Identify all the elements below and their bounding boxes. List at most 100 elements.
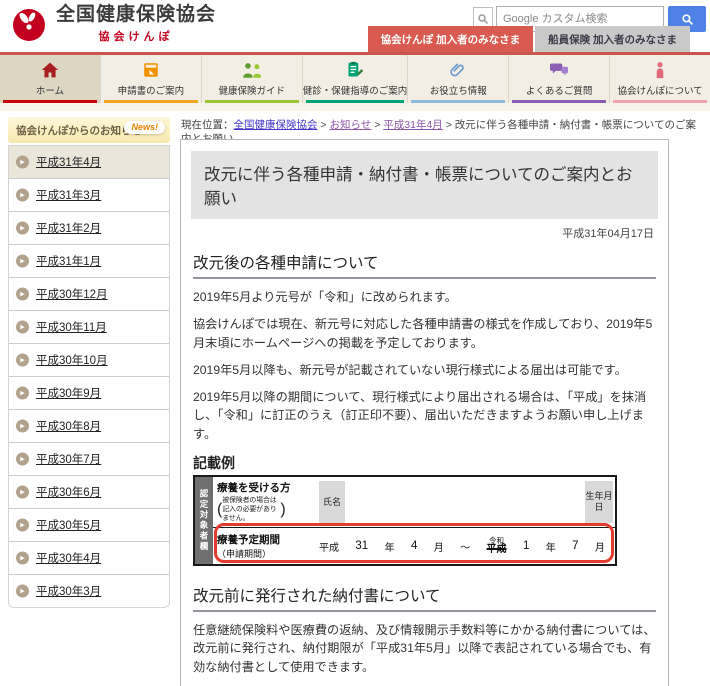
speech-bubbles-icon	[549, 59, 569, 81]
logo-title: 全国健康保険協会	[56, 4, 217, 25]
nav-label: ホーム	[35, 86, 65, 97]
tab-kenpo-members[interactable]: 協会けんぽ 加入者のみなさま	[367, 26, 534, 52]
sidebar-item-h31-04[interactable]: ▸ 平成31年4月	[9, 146, 169, 178]
form-recipient-title: 療養を受ける方	[217, 482, 291, 495]
form-period-title: 療養予定期間	[217, 534, 280, 547]
month-unit: 月	[433, 542, 444, 554]
home-icon	[40, 59, 60, 81]
note-text: 被保険者の場合は記入の必要がありません。	[222, 497, 277, 523]
arrow-circle-icon: ▸	[16, 287, 29, 301]
breadcrumb-link-home[interactable]: 全国健康保険協会	[234, 119, 318, 131]
breadcrumb-link-news[interactable]: お知らせ	[329, 119, 371, 131]
sidebar-title: 協会けんぽからのお知らせ	[16, 124, 142, 137]
arrow-circle-icon: ▸	[16, 386, 29, 400]
kyoukaikenpo-website: 全国健康保険協会 協会けんぽ 協会けんぽ 加入者のみなさま 船員保険 加入者のみ…	[0, 0, 710, 686]
era-correction: 令和 平成	[487, 537, 507, 555]
form-name-blank	[347, 477, 583, 527]
arrow-circle-icon: ▸	[16, 551, 29, 565]
sidebar-item-h31-03[interactable]: ▸ 平成31年3月	[9, 178, 169, 211]
form-example-image: 認定対象者欄 療養を受ける方 ( 被保険者の場合は記入の必要がありません。 ) …	[193, 475, 617, 567]
site-header: 全国健康保険協会 協会けんぽ 協会けんぽ 加入者のみなさま 船員保険 加入者のみ…	[0, 0, 710, 55]
nav-item-insurance-guide[interactable]: 健康保険ガイド	[200, 55, 302, 103]
nav-item-useful-info[interactable]: お役立ち情報	[407, 55, 508, 103]
form-period-cell: 療養予定期間 （申請期間）	[213, 532, 317, 560]
logo-subtitle: 協会けんぽ	[98, 30, 174, 43]
nav-label: 申請書のご案内	[117, 86, 185, 97]
breadcrumb-prefix: 現在位置：	[181, 119, 234, 131]
era-old-struck: 平成	[486, 543, 507, 555]
audience-tabs: 協会けんぽ 加入者のみなさま 船員保険 加入者のみなさま	[367, 26, 690, 52]
breadcrumb-link-month[interactable]: 平成31年4月	[383, 119, 443, 131]
breadcrumb-separator: >	[374, 119, 381, 131]
form-recipient-note: ( 被保険者の場合は記入の必要がありません。 )	[217, 496, 315, 524]
tilde: ～	[460, 542, 471, 554]
paragraph: 任意継続保険料や医療費の返納、及び情報開示手数料等にかかる納付書については、改元…	[193, 623, 656, 674]
tab-seamen-members[interactable]: 船員保険 加入者のみなさま	[535, 26, 690, 52]
arrow-circle-icon: ▸	[16, 485, 29, 499]
sidebar-item-h30-03[interactable]: ▸ 平成30年3月	[9, 574, 169, 607]
main-nav: ホーム 申請書のご案内 健康保険ガイド 健診・保健指導のご案内 お役立ち情報 よ…	[0, 55, 710, 103]
clipboard-pencil-icon	[345, 59, 365, 81]
sidebar-item-h30-05[interactable]: ▸ 平成30年5月	[9, 508, 169, 541]
month-end: 7	[572, 540, 579, 553]
sidebar-item-h30-11[interactable]: ▸ 平成30年11月	[9, 310, 169, 343]
month-unit: 月	[594, 542, 605, 554]
news-badge: News!	[124, 121, 165, 134]
nav-label: よくあるご質問	[525, 86, 593, 97]
nav-item-health-checkup[interactable]: 健診・保健指導のご案内	[301, 55, 407, 103]
arrow-circle-icon: ▸	[16, 155, 29, 169]
form-body: 療養を受ける方 ( 被保険者の場合は記入の必要がありません。 ) 氏名 生年月日…	[213, 477, 615, 564]
arrow-circle-icon: ▸	[16, 518, 29, 532]
page-title: 改元に伴う各種申請・納付書・帳票についてのご案内とお願い	[191, 151, 658, 219]
sidebar-item-h31-02[interactable]: ▸ 平成31年2月	[9, 211, 169, 244]
sidebar-item-h30-04[interactable]: ▸ 平成30年4月	[9, 541, 169, 574]
arrow-circle-icon: ▸	[16, 221, 29, 235]
nav-item-about[interactable]: 協会けんぽについて	[609, 55, 710, 103]
nav-item-faq[interactable]: よくあるご質問	[508, 55, 609, 103]
arrow-circle-icon: ▸	[16, 452, 29, 466]
breadcrumb-separator: >	[445, 119, 452, 131]
form-period-values: 平成 31 年 4 月 ～ 令和 平成 1 年 7 月	[317, 537, 615, 555]
form-period-subtitle: （申請期間）	[217, 549, 272, 560]
nav-item-application-forms[interactable]: 申請書のご案内	[99, 55, 201, 103]
paragraph: 2019年5月より元号が「令和」に改められます。	[193, 290, 457, 304]
paren: )	[280, 500, 286, 518]
article-date: 平成31年04月17日	[562, 228, 654, 240]
form-birthdate-label: 生年月日	[585, 481, 613, 524]
site-logo[interactable]: 全国健康保険協会 協会けんぽ	[10, 4, 217, 44]
form-recipient-row: 療養を受ける方 ( 被保険者の場合は記入の必要がありません。 ) 氏名 生年月日	[213, 477, 615, 527]
arrow-circle-icon: ▸	[16, 188, 29, 202]
nav-label: 協会けんぽについて	[617, 86, 703, 97]
logo-text: 全国健康保険協会 協会けんぽ	[56, 4, 217, 44]
paragraph: 協会けんぽでは現在、新元号に対応した各種申請書の様式を作成しており、2019年5…	[193, 317, 653, 350]
arrow-circle-icon: ▸	[16, 320, 29, 334]
arrow-circle-icon: ▸	[16, 584, 29, 598]
logo-mark-icon	[13, 9, 45, 42]
sidebar-item-h31-01[interactable]: ▸ 平成31年1月	[9, 244, 169, 277]
year-start: 31	[355, 540, 369, 553]
sidebar-item-h30-12[interactable]: ▸ 平成30年12月	[9, 277, 169, 310]
month-start: 4	[410, 540, 418, 553]
sidebar-item-h30-08[interactable]: ▸ 平成30年8月	[9, 409, 169, 442]
arrow-circle-icon: ▸	[16, 353, 29, 367]
example-label: 記載例	[193, 455, 235, 472]
year-end: 1	[522, 540, 530, 553]
nav-item-home[interactable]: ホーム	[0, 55, 100, 103]
sidebar-item-h30-10[interactable]: ▸ 平成30年10月	[9, 343, 169, 376]
document-icon	[142, 59, 160, 81]
sidebar-item-h30-07[interactable]: ▸ 平成30年7月	[9, 442, 169, 475]
nav-bottom-strip	[0, 103, 710, 111]
people-icon	[241, 59, 263, 81]
paragraph: 2019年5月以降も、新元号が記載されていない現行様式による届出は可能です。	[193, 362, 627, 377]
sidebar-news-header: 協会けんぽからのお知らせ News!	[8, 117, 170, 143]
section-heading-payment-slips: 改元前に発行された納付書について	[193, 584, 656, 613]
form-recipient-cell: 療養を受ける方 ( 被保険者の場合は記入の必要がありません。 )	[213, 477, 317, 527]
sidebar-item-h30-09[interactable]: ▸ 平成30年9月	[9, 376, 169, 409]
era-start: 平成	[319, 542, 339, 554]
nav-label: 健康保険ガイド	[218, 86, 286, 97]
paperclip-icon	[449, 59, 467, 81]
sidebar-item-h30-06[interactable]: ▸ 平成30年6月	[9, 475, 169, 508]
form-name-label: 氏名	[319, 481, 345, 524]
breadcrumb-separator: >	[320, 119, 327, 131]
section-heading-applications: 改元後の各種申請について	[193, 251, 656, 279]
